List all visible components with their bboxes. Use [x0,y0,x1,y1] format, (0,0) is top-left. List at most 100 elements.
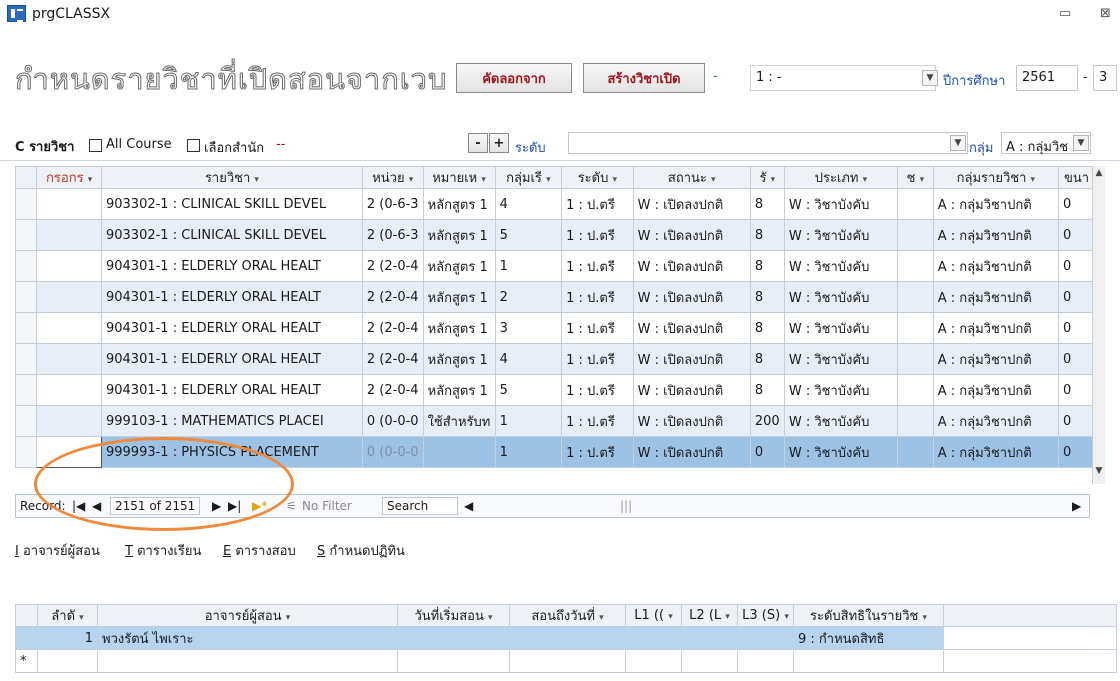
capacity-cell[interactable]: 200 [749,405,785,437]
scroll-down-icon[interactable]: ▼ [1093,466,1105,476]
permission-cell[interactable] [793,649,944,673]
academic-year-input[interactable]: 2561 [1016,65,1078,91]
tab-class-schedule[interactable]: T ตารางเรียน [125,540,201,561]
table-row[interactable]: 904301-1 : ELDERLY ORAL HEALT 2 (2-0-4 หลั… [14,250,1096,282]
ch-cell[interactable] [897,219,934,251]
ch-cell[interactable] [897,250,934,282]
col-end-date[interactable]: สอนถึงวันที่ ▾ [509,604,626,627]
scroll-thumb[interactable]: ||| [620,499,632,513]
grid-vertical-scrollbar[interactable]: ▲ ▼ [1092,166,1105,484]
course-cell[interactable]: 903302-1 : CLINICAL SKILL DEVEL [100,188,363,220]
seq-cell[interactable] [37,649,98,673]
col-credit[interactable]: หน่วย ▾ [361,166,424,189]
level-cell[interactable]: 1 : ป.ตรี [561,281,634,313]
status-cell[interactable]: W : เปิดลงปกติ [632,343,751,375]
level-cell[interactable]: 1 : ป.ตรี [561,312,634,344]
l1-cell[interactable] [625,649,682,673]
course-group-cell[interactable]: A : กลุ่มวิชาปกติ [932,250,1059,282]
status-cell[interactable]: W : เปิดลงปกติ [632,405,751,437]
source-combo-dropdown-icon[interactable]: ▼ [922,70,938,86]
remark-cell[interactable]: หลักสูตร 1 [422,312,496,344]
instructor-row[interactable]: 1 พวงรัตน์ ไพเราะ 9 : กำหนดสิทธิ [15,626,1117,650]
size-cell[interactable]: 0 [1057,374,1096,406]
fill-cell[interactable] [36,405,102,437]
level-cell[interactable]: 1 : ป.ตรี [561,374,634,406]
col-remark[interactable]: หมายเห ▾ [422,166,496,189]
l2-cell[interactable] [681,649,738,673]
copy-from-button[interactable]: คัดลอกจาก [456,63,572,93]
table-row[interactable]: 904301-1 : ELDERLY ORAL HEALT 2 (2-0-4 หลั… [14,312,1096,344]
course-cell[interactable]: 903302-1 : CLINICAL SKILL DEVEL [100,219,363,251]
no-filter-label[interactable]: No Filter [302,499,352,513]
size-cell[interactable]: 0 [1057,312,1096,344]
fill-cell[interactable] [36,250,102,282]
table-row[interactable]: 904301-1 : ELDERLY ORAL HEALT 2 (2-0-4 หลั… [14,343,1096,375]
col-course-group[interactable]: กลุ่มรายวิชา ▾ [932,166,1059,189]
no-filter-icon[interactable]: ⚟ [286,499,297,513]
row-selector[interactable] [14,250,38,282]
section-cell[interactable]: 5 [494,374,563,406]
col-capacity[interactable]: รั ▾ [749,166,785,189]
seq-cell[interactable]: 1 [37,626,98,650]
level-cell[interactable]: 1 : ป.ตรี [561,405,634,437]
course-group-cell[interactable]: A : กลุ่มวิชาปกติ [932,374,1059,406]
credit-cell[interactable]: 0 (0-0-0 [361,405,424,437]
remark-cell[interactable]: หลักสูตร 1 [422,250,496,282]
course-group-cell[interactable]: A : กลุ่มวิชาปกติ [932,405,1059,437]
size-cell[interactable]: 0 [1057,281,1096,313]
section-cell[interactable]: 1 [494,250,563,282]
section-cell[interactable]: 4 [494,188,563,220]
col-ch[interactable]: ช ▾ [897,166,934,189]
course-group-cell[interactable]: A : กลุ่มวิชาปกติ [932,436,1059,468]
table-row[interactable]: 904301-1 : ELDERLY ORAL HEALT 2 (2-0-4 หลั… [14,374,1096,406]
scroll-right-icon[interactable]: ▶ [1072,499,1081,513]
type-cell[interactable]: W : วิชาบังคับ [783,250,899,282]
course-cell[interactable]: 904301-1 : ELDERLY ORAL HEALT [100,281,363,313]
ch-cell[interactable] [897,405,934,437]
col-l3[interactable]: L3 (S) ▾ [737,604,794,627]
course-group-cell[interactable]: A : กลุ่มวิชาปกติ [932,219,1059,251]
fill-cell[interactable] [36,343,102,375]
course-cell[interactable]: 904301-1 : ELDERLY ORAL HEALT [100,343,363,375]
level-cell[interactable]: 1 : ป.ตรี [561,250,634,282]
credit-cell[interactable]: 2 (0-6-3 [361,219,424,251]
section-cell[interactable]: 5 [494,219,563,251]
row-selector[interactable] [15,626,38,650]
level-cell[interactable]: 1 : ป.ตรี [561,188,634,220]
level-cell[interactable]: 1 : ป.ตรี [561,436,634,468]
type-cell[interactable]: W : วิชาบังคับ [783,281,899,313]
capacity-cell[interactable]: 8 [749,281,785,313]
row-selector[interactable] [14,281,38,313]
col-start-date[interactable]: วันที่เริ่มสอน ▾ [397,604,510,627]
fill-cell[interactable] [36,219,102,251]
row-selector[interactable] [14,219,38,251]
credit-cell[interactable]: 2 (2-0-4 [361,374,424,406]
l1-cell[interactable] [625,626,682,650]
search-box[interactable]: Search [382,497,458,515]
capacity-cell[interactable]: 8 [749,374,785,406]
end-date-cell[interactable] [509,626,626,650]
course-group-cell[interactable]: A : กลุ่มวิชาปกติ [932,343,1059,375]
credit-cell[interactable]: 2 (2-0-4 [361,343,424,375]
fill-cell[interactable] [36,281,102,313]
start-date-cell[interactable] [397,649,510,673]
scroll-left-icon[interactable]: ◀ [464,499,473,513]
type-cell[interactable]: W : วิชาบังคับ [783,374,899,406]
credit-cell[interactable]: 2 (0-6-3 [361,188,424,220]
fill-cell[interactable] [36,188,102,220]
status-cell[interactable]: W : เปิดลงปกติ [632,250,751,282]
col-section[interactable]: กลุ่มเรี ▾ [494,166,563,189]
section-cell[interactable]: 1 [494,436,563,468]
col-l1[interactable]: L1 (( ▾ [625,604,682,627]
remark-cell[interactable]: หลักสูตร 1 [422,374,496,406]
col-type[interactable]: ประเภท ▾ [783,166,899,189]
row-selector[interactable] [14,188,38,220]
row-selector[interactable] [14,436,38,468]
start-date-cell[interactable] [397,626,510,650]
tab-calendar[interactable]: S กำหนดปฏิทิน [317,540,405,561]
col-status[interactable]: สถานะ ▾ [632,166,751,189]
type-cell[interactable]: W : วิชาบังคับ [783,188,899,220]
scroll-up-icon[interactable]: ▲ [1093,168,1105,178]
course-cell[interactable]: 904301-1 : ELDERLY ORAL HEALT [100,374,363,406]
capacity-cell[interactable]: 0 [749,436,785,468]
